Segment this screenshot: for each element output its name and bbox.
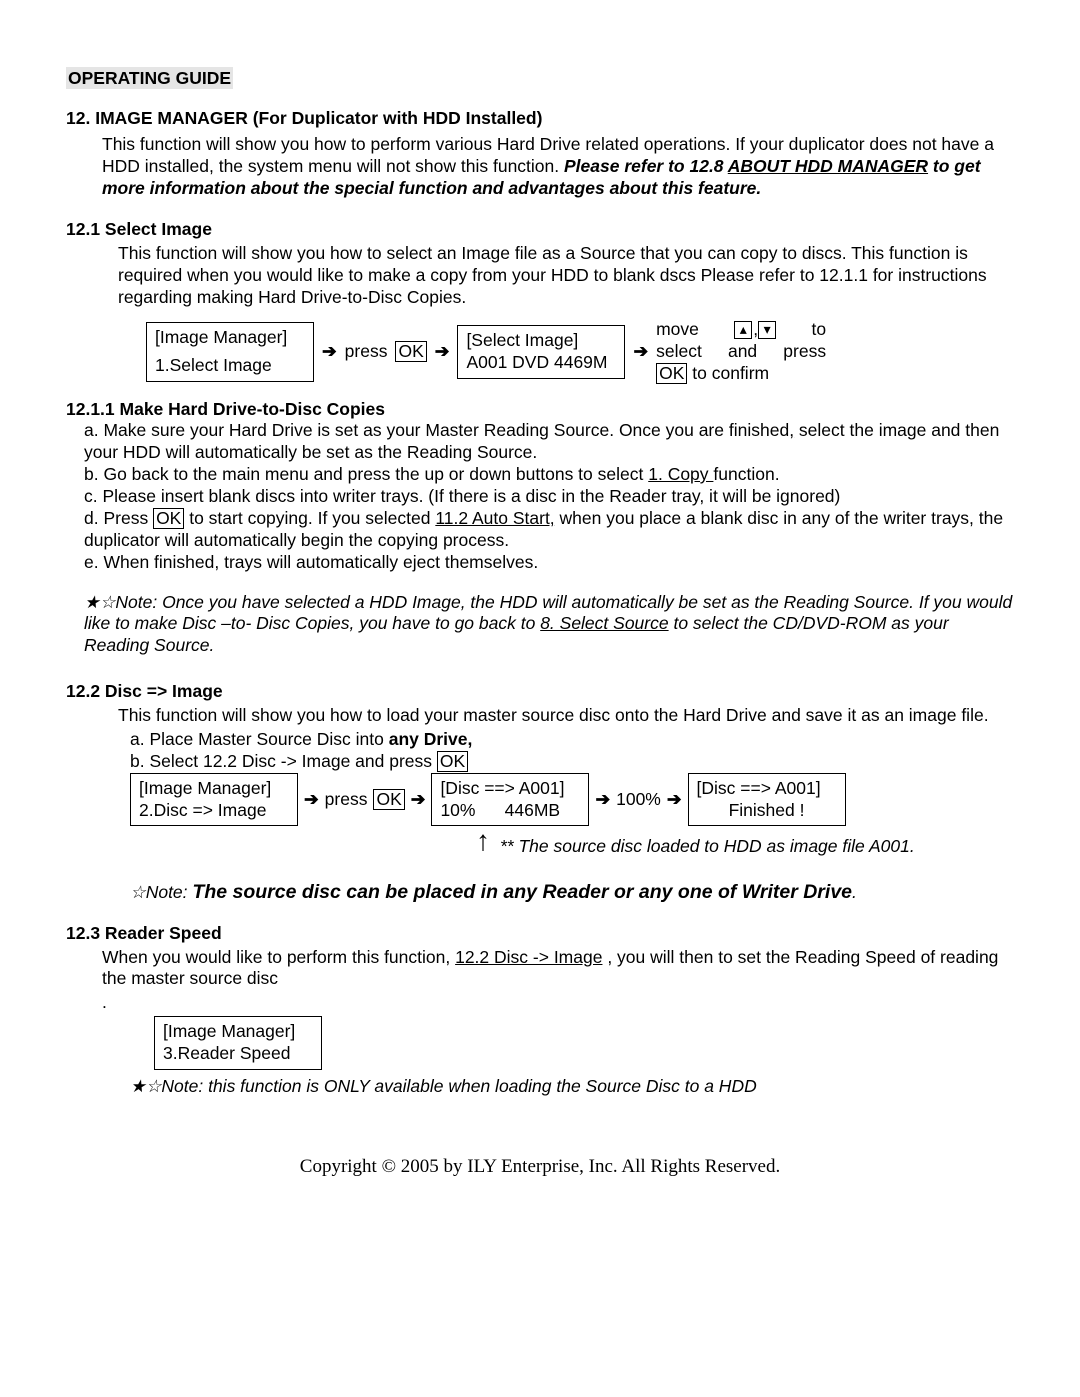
step-d: d. Press OK to start copying. If you sel… bbox=[84, 508, 1014, 552]
step-12-2-b: b. Select 12.2 Disc -> Image and press O… bbox=[130, 751, 1014, 773]
lcd-box-image-manager-select: [Image Manager] 1.Select Image bbox=[146, 322, 314, 382]
arrow-icon: ➔ bbox=[435, 341, 450, 363]
section-12-1-title: 12.1 Select Image bbox=[66, 219, 1014, 241]
header-highlight: OPERATING GUIDE bbox=[66, 67, 233, 89]
instruction-right: move ▴,▾ to select and press OK to confi… bbox=[656, 319, 826, 385]
section-12-2-body: This function will show you how to load … bbox=[118, 705, 1014, 727]
section-12-1-body: This function will show you how to selec… bbox=[118, 243, 1014, 309]
arrow-icon: ➔ bbox=[633, 341, 648, 363]
up-arrow-icon: ↑ bbox=[476, 830, 490, 852]
arrow-icon: ➔ bbox=[667, 789, 682, 811]
page-content: OPERATING GUIDE 12. IMAGE MANAGER (For D… bbox=[0, 0, 1080, 1098]
arrow-icon: ➔ bbox=[322, 341, 337, 363]
lcd-box-reader-speed: [Image Manager] 3.Reader Speed bbox=[154, 1016, 322, 1070]
step-e: e. When finished, trays will automatical… bbox=[84, 552, 1014, 574]
section-12-body: This function will show you how to perfo… bbox=[102, 134, 1014, 200]
arrow-icon: ➔ bbox=[595, 789, 610, 811]
ok-key: OK bbox=[656, 363, 687, 384]
step-a: a. Make sure your Hard Drive is set as y… bbox=[84, 420, 1014, 464]
flow-12-1: [Image Manager] 1.Select Image ➔ press O… bbox=[146, 319, 1014, 385]
up-key-icon: ▴ bbox=[734, 321, 752, 339]
ok-key: OK bbox=[373, 789, 404, 810]
section-12-title: 12. IMAGE MANAGER (For Duplicator with H… bbox=[66, 108, 1014, 130]
flow-12-2: [Image Manager] 2.Disc => Image ➔ press … bbox=[130, 773, 1014, 827]
lcd-box-finished: [Disc ==> A001] Finished ! bbox=[688, 773, 846, 827]
page-footer: Copyright © 2005 by ILY Enterprise, Inc.… bbox=[0, 1155, 1080, 1179]
arrow-icon: ➔ bbox=[411, 789, 426, 811]
note-12-1-1: ★☆Note: Once you have selected a HDD Ima… bbox=[84, 592, 1014, 658]
lcd-box-progress: [Disc ==> A001] 10% 446MB bbox=[431, 773, 589, 827]
note-12-3: ★☆Note: this function is ONLY available … bbox=[130, 1076, 1014, 1098]
down-key-icon: ▾ bbox=[758, 321, 776, 339]
section-12-3-body: When you would like to perform this func… bbox=[102, 947, 1014, 991]
lcd-box-select-image: [Select Image] A001 DVD 4469M bbox=[457, 325, 625, 379]
step-b: b. Go back to the main menu and press th… bbox=[84, 464, 1014, 486]
press-label: press bbox=[345, 341, 388, 363]
progress-100: 100% bbox=[616, 789, 661, 811]
section-12-3-title: 12.3 Reader Speed bbox=[66, 923, 1014, 945]
ok-key: OK bbox=[395, 341, 426, 362]
section-12-1-1-title: 12.1.1 Make Hard Drive-to-Disc Copies bbox=[66, 399, 1014, 421]
note-12-2-big: ☆Note: The source disc can be placed in … bbox=[130, 880, 1014, 904]
arrow-icon: ➔ bbox=[304, 789, 319, 811]
stray-period: . bbox=[102, 992, 1014, 1014]
callout-12-2: ↑ ** The source disc loaded to HDD as im… bbox=[476, 830, 1014, 858]
ok-key: OK bbox=[153, 508, 184, 529]
ok-key: OK bbox=[437, 751, 468, 772]
lcd-box-disc-to-image: [Image Manager] 2.Disc => Image bbox=[130, 773, 298, 827]
document-header: OPERATING GUIDE bbox=[66, 68, 1014, 90]
section-12-2-title: 12.2 Disc => Image bbox=[66, 681, 1014, 703]
press-label: press bbox=[325, 789, 368, 811]
step-c: c. Please insert blank discs into writer… bbox=[84, 486, 1014, 508]
step-12-2-a: a. Place Master Source Disc into any Dri… bbox=[130, 729, 1014, 751]
